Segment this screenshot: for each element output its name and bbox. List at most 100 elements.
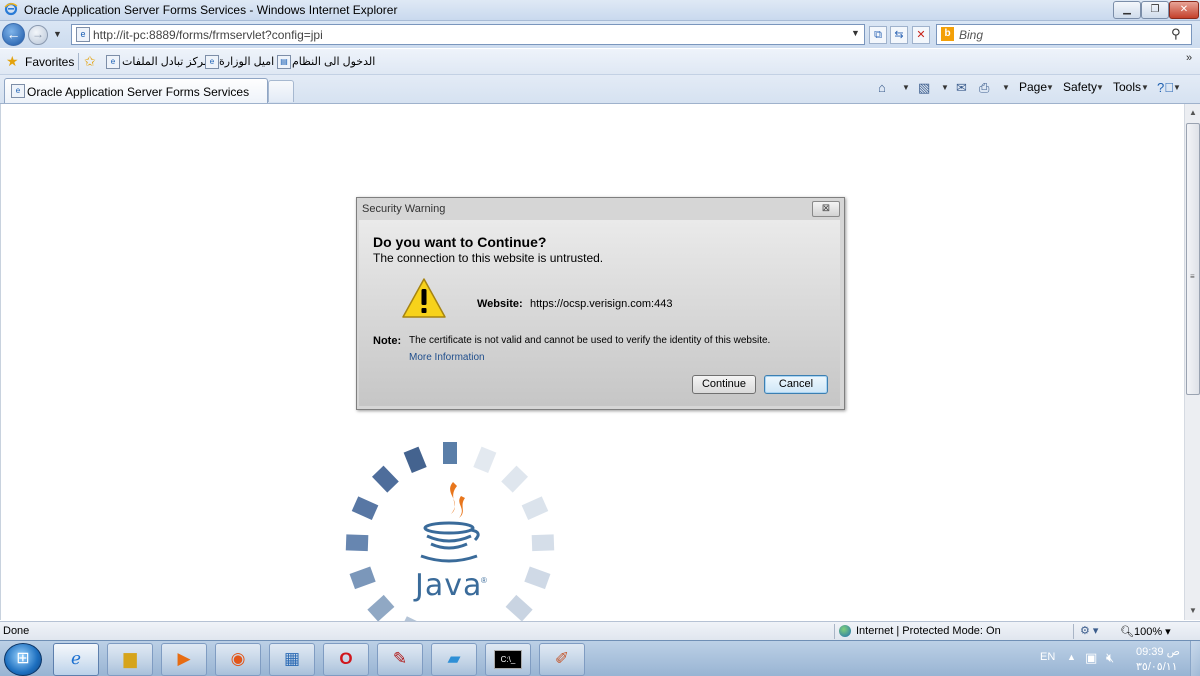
clock-time[interactable]: ص 09:39 xyxy=(1136,645,1180,658)
home-icon[interactable]: ⌂ xyxy=(878,80,886,95)
zoom-level[interactable]: 🔍︎100% ▾ xyxy=(1120,625,1171,638)
dialog-heading: Do you want to Continue? xyxy=(373,234,547,250)
page-menu[interactable]: Page xyxy=(1019,80,1047,94)
scroll-down-icon[interactable]: ▼ xyxy=(1189,606,1197,615)
show-desktop-button[interactable] xyxy=(1190,641,1200,676)
tools-menu[interactable]: Tools xyxy=(1113,80,1141,94)
back-button[interactable]: ← xyxy=(2,23,25,46)
zoom-icon: 🔍︎ xyxy=(1120,626,1134,638)
folder-icon: ▆ xyxy=(123,649,137,668)
opera-icon: O xyxy=(339,649,353,668)
tab-oracle-forms[interactable]: e Oracle Application Server Forms Servic… xyxy=(4,78,268,103)
vertical-scrollbar[interactable]: ▲ ≡ ▼ xyxy=(1184,104,1200,620)
website-label: Website: xyxy=(477,298,523,310)
window-titlebar: Oracle Application Server Forms Services… xyxy=(0,0,1200,21)
manage-addons-icon[interactable]: ⚙ ▾ xyxy=(1080,624,1098,637)
ie-logo-icon xyxy=(4,2,18,16)
search-input[interactable]: Bing xyxy=(959,28,983,42)
help-dropdown-icon[interactable]: ▼ xyxy=(1173,83,1181,92)
java-trademark: ® xyxy=(481,576,487,585)
cancel-button[interactable]: Cancel xyxy=(764,375,828,394)
back-arrow-icon: ← xyxy=(6,26,21,42)
status-divider xyxy=(834,624,835,639)
add-to-favorites-bar-icon[interactable]: ✩ xyxy=(84,53,96,70)
bing-logo-icon: b xyxy=(941,27,954,41)
favorite-link-ministry-email[interactable]: اميل الوزارة xyxy=(219,55,274,68)
print-dropdown-icon[interactable]: ▼ xyxy=(1002,83,1010,92)
show-hidden-icons-icon[interactable]: ▲ xyxy=(1067,652,1076,662)
security-warning-dialog: Security Warning ⊠ Do you want to Contin… xyxy=(356,197,845,410)
safety-dropdown-icon[interactable]: ▼ xyxy=(1096,83,1104,92)
feeds-dropdown-icon[interactable]: ▼ xyxy=(941,83,949,92)
java-logo-text: Java xyxy=(415,568,483,603)
taskbar-command-prompt[interactable]: C:\_ xyxy=(485,643,531,676)
favorite-link-icon: e xyxy=(205,55,219,69)
print-icon[interactable]: ⎙ xyxy=(979,80,989,96)
command-prompt-icon: C:\_ xyxy=(494,650,522,670)
favorite-link-file-center[interactable]: مركز تبادل الملفات xyxy=(122,55,210,68)
mail-icon[interactable]: ✉ xyxy=(956,80,967,96)
input-language[interactable]: EN xyxy=(1040,651,1055,663)
window-title: Oracle Application Server Forms Services… xyxy=(24,3,398,17)
page-favicon-icon: e xyxy=(76,27,90,42)
taskbar-paint[interactable]: ✐ xyxy=(539,643,585,676)
help-icon[interactable]: ?⃝ xyxy=(1157,80,1174,95)
dialog-subheading: The connection to this website is untrus… xyxy=(373,251,604,265)
dialog-body: Do you want to Continue? The connection … xyxy=(359,220,840,406)
search-icon[interactable]: ⚲ xyxy=(1171,26,1181,42)
stop-button[interactable]: ✕ xyxy=(912,26,930,44)
continue-button[interactable]: Continue xyxy=(692,375,756,394)
clock-date[interactable]: ٣٥/٠٥/١١ xyxy=(1136,660,1178,673)
favorites-bar: ★ Favorites ✩ e مركز تبادل الملفات e امي… xyxy=(0,49,1200,75)
refresh-button[interactable]: ⇆ xyxy=(890,26,908,44)
windows-logo-icon: ⊞ xyxy=(16,650,30,667)
taskbar-control-panel[interactable]: ▦ xyxy=(269,643,315,676)
favorites-separator xyxy=(78,53,79,70)
address-input[interactable]: http://it-pc:8889/forms/frmservlet?confi… xyxy=(93,28,323,42)
forward-arrow-icon: → xyxy=(32,27,44,41)
chevron-more-icon[interactable]: » xyxy=(1186,52,1192,64)
page-dropdown-icon[interactable]: ▼ xyxy=(1046,83,1054,92)
scrollbar-thumb[interactable]: ≡ xyxy=(1186,123,1200,395)
more-information-link[interactable]: More Information xyxy=(409,352,485,363)
favorites-star-icon[interactable]: ★ xyxy=(6,53,19,70)
taskbar-internet-explorer[interactable]: ℯ xyxy=(53,643,99,676)
taskbar-opera[interactable]: O xyxy=(323,643,369,676)
maximize-button[interactable]: ❐ xyxy=(1141,1,1169,19)
taskbar-application[interactable]: ✎ xyxy=(377,643,423,676)
minimize-button[interactable]: ▁ xyxy=(1113,1,1141,19)
note-label: Note: xyxy=(373,335,402,347)
taskbar-firefox[interactable]: ◉ xyxy=(215,643,261,676)
tab-favicon-icon: e xyxy=(11,84,25,98)
compatibility-view-button[interactable]: ⧉ xyxy=(869,26,887,44)
safety-menu[interactable]: Safety xyxy=(1063,80,1097,94)
favorite-link-icon: e xyxy=(106,55,120,69)
status-bar: Done Internet | Protected Mode: On ⚙ ▾ 🔍… xyxy=(0,621,1200,641)
feeds-icon[interactable]: ▧ xyxy=(918,80,930,96)
zoom-value: 100% xyxy=(1133,626,1163,638)
volume-muted-icon[interactable]: 🔇︎ xyxy=(1106,650,1114,666)
favorite-link-system-login[interactable]: الدخول الى النظام xyxy=(292,55,375,68)
dialog-close-button[interactable]: ⊠ xyxy=(812,201,840,217)
start-button[interactable]: ⊞ xyxy=(4,643,42,676)
search-box[interactable]: b Bing ⚲ xyxy=(936,24,1192,45)
recent-pages-dropdown-icon[interactable]: ▼ xyxy=(53,29,62,39)
favorites-button[interactable]: Favorites xyxy=(25,55,74,69)
java-logo: Java ® xyxy=(413,480,493,610)
taskbar-media-player[interactable]: ▶ xyxy=(161,643,207,676)
scroll-up-icon[interactable]: ▲ xyxy=(1189,108,1197,117)
close-button[interactable]: ✕ xyxy=(1169,1,1199,19)
security-zone[interactable]: Internet | Protected Mode: On xyxy=(856,625,1001,637)
navigation-bar: ← → ▼ e http://it-pc:8889/forms/frmservl… xyxy=(0,21,1200,48)
forward-button[interactable]: → xyxy=(28,25,48,45)
new-tab-button[interactable] xyxy=(268,80,294,102)
network-icon[interactable]: ▣ xyxy=(1085,650,1097,666)
taskbar-windows-explorer[interactable]: ▆ xyxy=(107,643,153,676)
paint-icon: ✐ xyxy=(554,649,570,668)
taskbar-application[interactable]: ▰ xyxy=(431,643,477,676)
address-dropdown-icon[interactable]: ▼ xyxy=(851,28,860,38)
home-dropdown-icon[interactable]: ▼ xyxy=(902,83,910,92)
address-bar[interactable]: e http://it-pc:8889/forms/frmservlet?con… xyxy=(71,24,865,45)
tools-dropdown-icon[interactable]: ▼ xyxy=(1141,83,1149,92)
internet-explorer-icon: ℯ xyxy=(70,649,82,668)
